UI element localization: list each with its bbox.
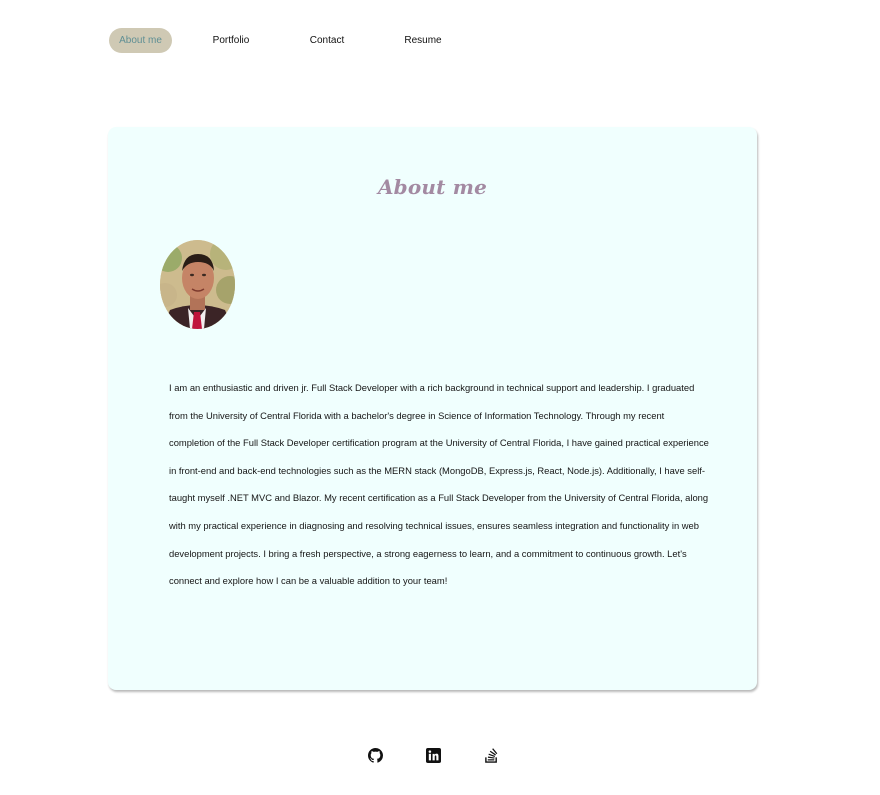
- about-card: About me I am an enthusiastic and driven…: [108, 127, 757, 690]
- github-icon[interactable]: [368, 748, 383, 763]
- about-bio: I am an enthusiastic and driven jr. Full…: [169, 382, 709, 587]
- about-title: About me: [377, 175, 488, 199]
- stackoverflow-icon[interactable]: [484, 748, 499, 763]
- main-nav: About me Portfolio Contact Resume: [109, 28, 453, 53]
- nav-item-contact[interactable]: Contact: [297, 28, 357, 53]
- nav-item-portfolio[interactable]: Portfolio: [202, 28, 260, 53]
- social-links: [368, 748, 499, 763]
- page: About me Portfolio Contact Resume About …: [0, 0, 880, 795]
- nav-item-about-me[interactable]: About me: [109, 28, 172, 53]
- nav-item-resume[interactable]: Resume: [393, 28, 453, 53]
- profile-photo: [160, 240, 235, 329]
- linkedin-icon[interactable]: [426, 748, 441, 763]
